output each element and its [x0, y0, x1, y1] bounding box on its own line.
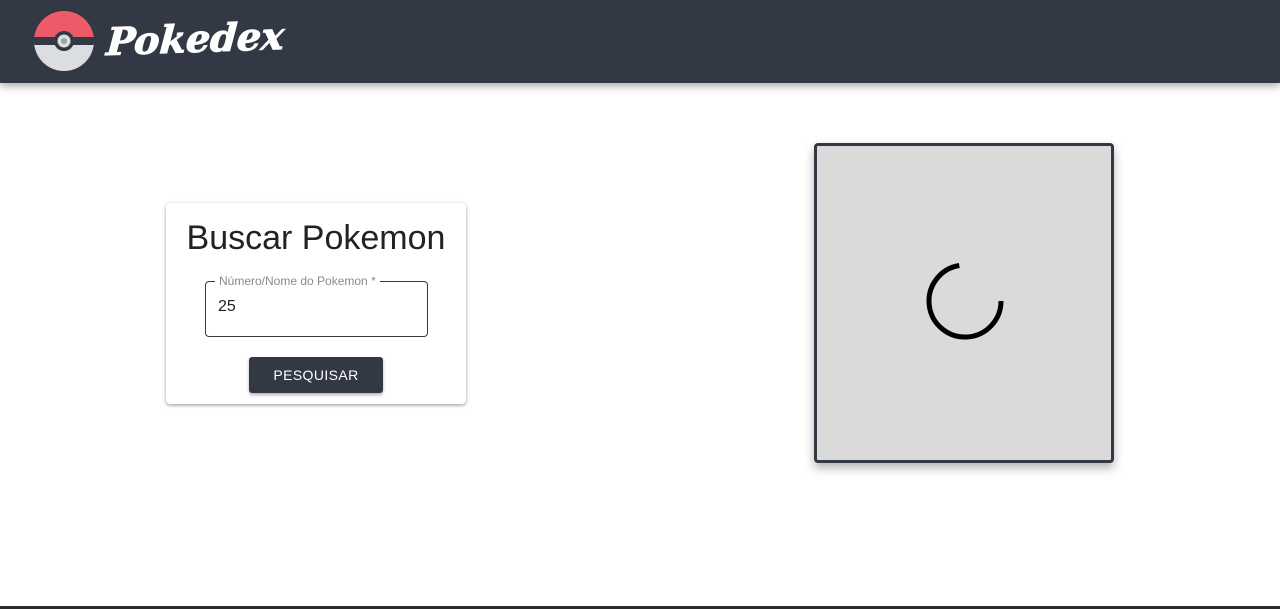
pokeball-icon	[34, 11, 94, 71]
pokemon-search-input[interactable]	[218, 298, 418, 316]
pokemon-search-field[interactable]: Número/Nome do Pokemon *	[205, 274, 428, 337]
search-button[interactable]: PESQUISAR	[249, 357, 383, 393]
app-header: Pokedex	[0, 0, 1280, 83]
app-logo-text: Pokedex	[105, 12, 287, 65]
search-card: Buscar Pokemon Número/Nome do Pokemon * …	[166, 203, 466, 404]
pokemon-search-label: Número/Nome do Pokemon *	[215, 274, 380, 288]
pokemon-result-panel	[814, 143, 1114, 463]
search-card-title: Buscar Pokemon	[186, 219, 446, 257]
loading-spinner-icon	[926, 263, 1004, 340]
